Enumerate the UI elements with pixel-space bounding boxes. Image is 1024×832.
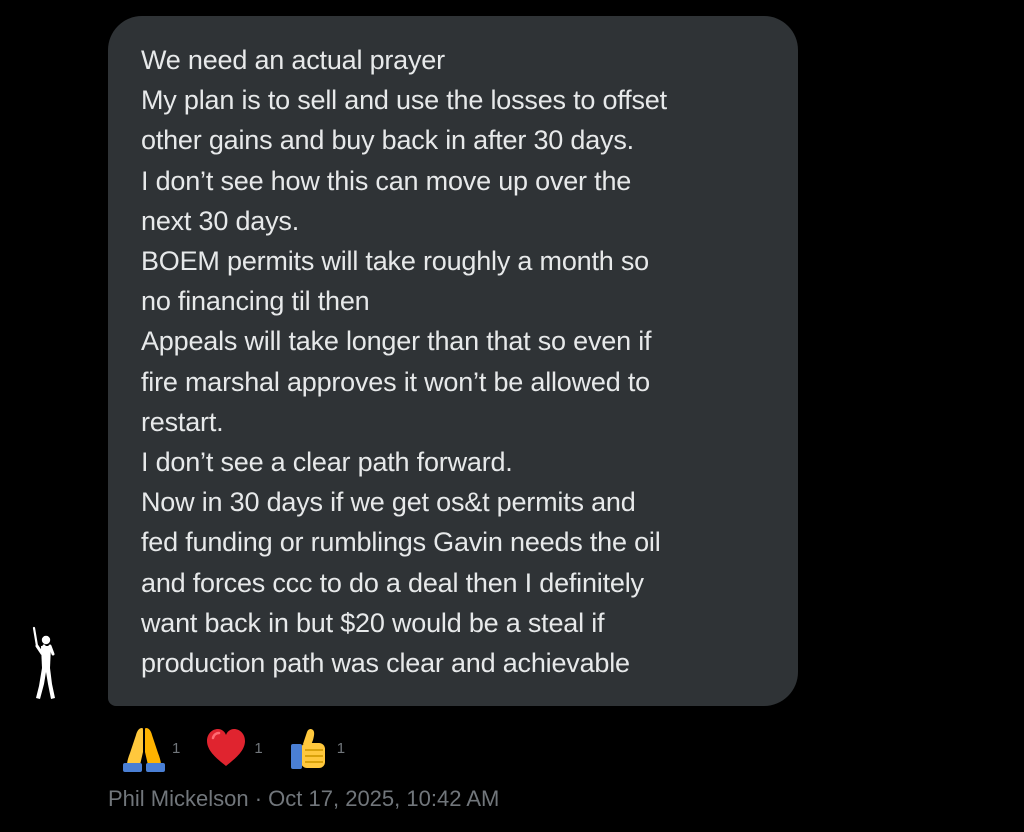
meta-separator: · (248, 786, 269, 811)
reaction-heart[interactable]: 1 (200, 722, 263, 774)
message-line: Appeals will take longer than that so ev… (141, 326, 652, 357)
message-line: want back in but $20 would be a steal if (141, 607, 605, 638)
reaction-count: 1 (172, 740, 181, 757)
message-timestamp: Oct 17, 2025, 10:42 AM (268, 786, 500, 811)
message-line: My plan is to sell and use the losses to… (141, 85, 667, 116)
folded-hands-emoji-icon (123, 728, 165, 772)
message-line: fire marshal approves it won’t be allowe… (141, 366, 650, 397)
red-heart-emoji-icon (207, 729, 246, 766)
reaction-thumbs-up[interactable]: 1 (283, 722, 345, 774)
message-line: Now in 30 days if we get os&t permits an… (141, 487, 636, 518)
message-meta: Phil Mickelson · Oct 17, 2025, 10:42 AM (108, 786, 499, 812)
message-line: BOEM permits will take roughly a month s… (141, 246, 649, 277)
message-line: no financing til then (141, 286, 370, 317)
reaction-count: 1 (336, 740, 346, 757)
message-line: and forces ccc to do a deal then I defin… (141, 567, 644, 598)
reactions-bar: 1 1 1 (118, 722, 365, 774)
message-line: restart. (141, 406, 224, 437)
reaction-pray[interactable]: 1 (118, 722, 180, 774)
avatar[interactable] (26, 624, 66, 704)
thumbs-up-emoji-icon (290, 728, 325, 769)
message-line: We need an actual prayer (141, 45, 445, 75)
message-line: I don’t see a clear path forward. (141, 447, 513, 478)
message-bubble[interactable]: We need an actual prayer My plan is to s… (108, 16, 798, 706)
message-line: fed funding or rumblings Gavin needs the… (141, 527, 661, 558)
message-line: next 30 days. (141, 205, 300, 236)
message-line: production path was clear and achievable (141, 648, 630, 679)
message-line: I don’t see how this can move up over th… (141, 165, 632, 196)
golfer-silhouette-icon (32, 626, 55, 699)
reaction-count: 1 (254, 740, 263, 757)
sender-name[interactable]: Phil Mickelson (108, 786, 249, 811)
message-line: other gains and buy back in after 30 day… (141, 125, 634, 156)
